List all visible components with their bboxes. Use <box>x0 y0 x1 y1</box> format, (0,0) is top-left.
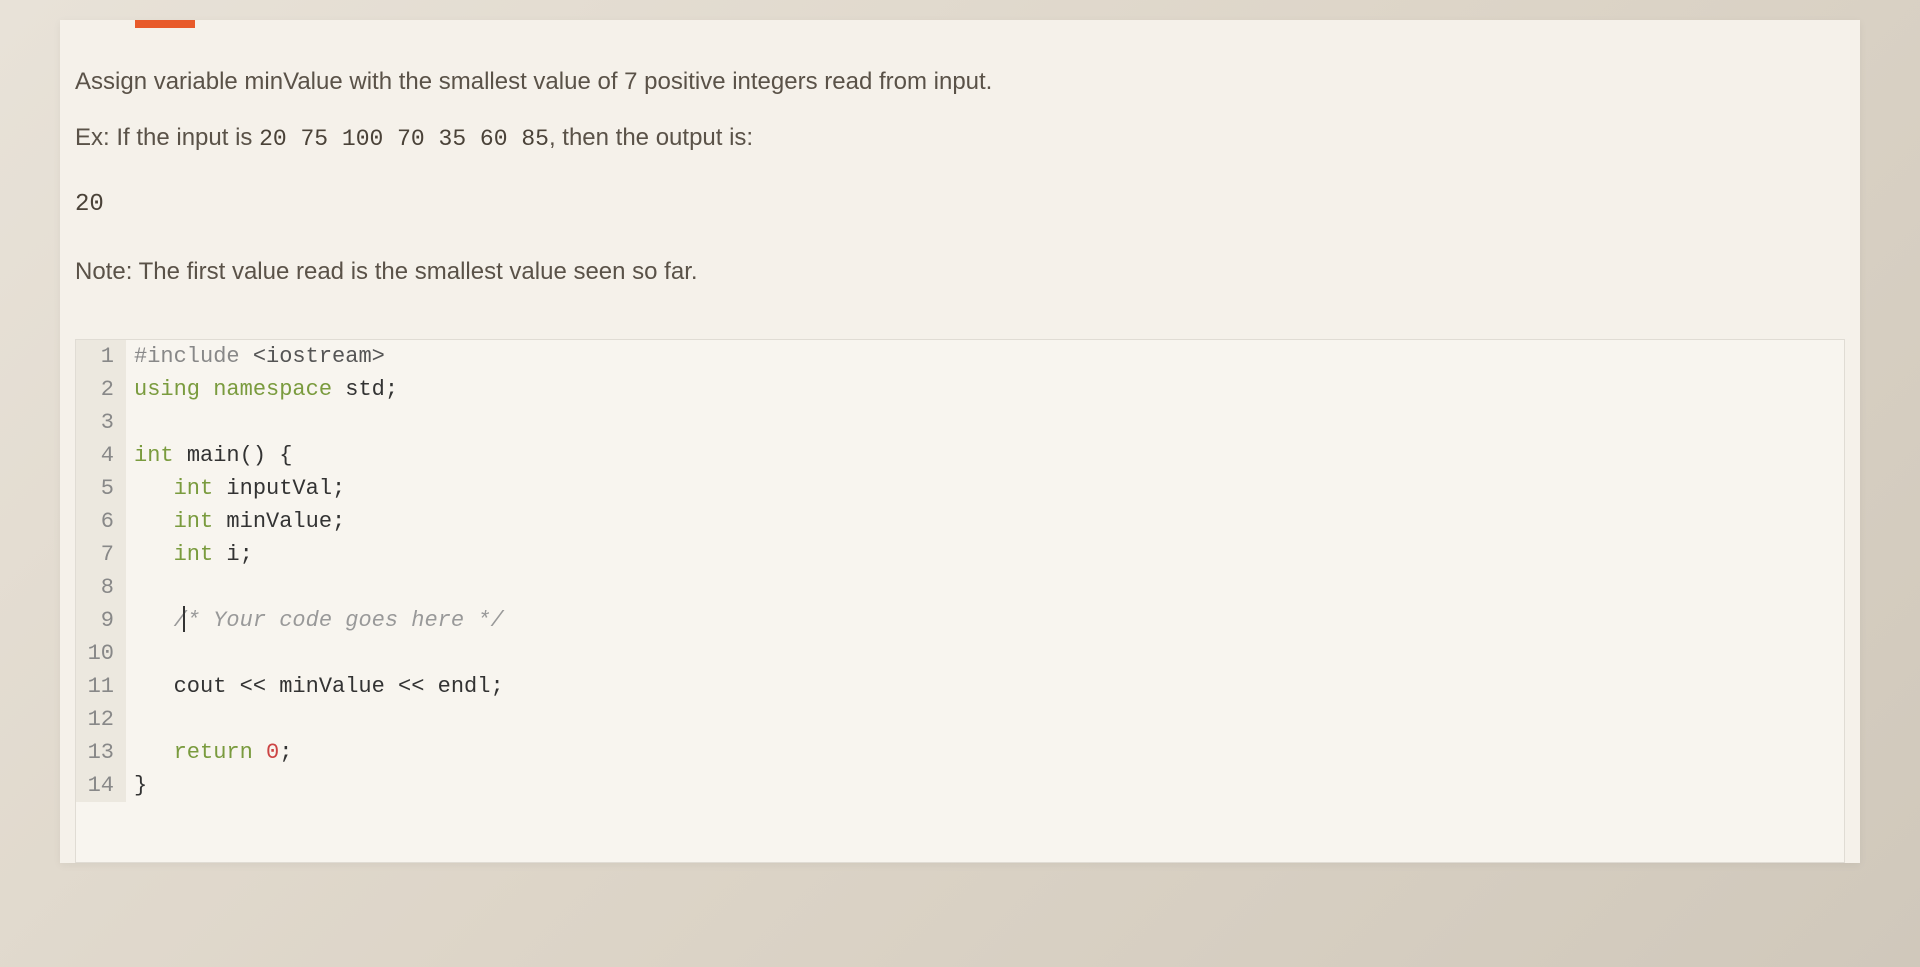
example-input: 20 75 100 70 35 60 85 <box>259 126 549 152</box>
code-line[interactable]: 11 cout << minValue << endl; <box>76 670 1844 703</box>
problem-example: Ex: If the input is 20 75 100 70 35 60 8… <box>75 119 1845 158</box>
example-suffix: , then the output is: <box>549 124 753 151</box>
problem-container: Assign variable minValue with the smalle… <box>60 20 1860 863</box>
code-token: using <box>134 377 213 402</box>
code-token: int <box>174 542 227 567</box>
problem-statement: Assign variable minValue with the smalle… <box>60 63 1860 329</box>
code-content[interactable]: using namespace std; <box>126 373 398 406</box>
code-token: minValue; <box>226 509 345 534</box>
code-line[interactable]: 6 int minValue; <box>76 505 1844 538</box>
code-token <box>134 542 174 567</box>
code-token <box>134 740 174 765</box>
code-token: /* Your code goes here */ <box>174 608 504 633</box>
code-token: ; <box>385 377 398 402</box>
code-line[interactable]: 4int main() { <box>76 439 1844 472</box>
code-content[interactable]: cout << minValue << endl; <box>126 670 504 703</box>
code-token: cout << minValue << endl; <box>134 674 504 699</box>
code-content[interactable]: int main() { <box>126 439 292 472</box>
code-line[interactable]: 12 <box>76 703 1844 736</box>
line-number: 10 <box>76 637 126 670</box>
line-number: 13 <box>76 736 126 769</box>
code-editor[interactable]: 1#include <iostream>2using namespace std… <box>75 339 1845 863</box>
code-line[interactable]: 3 <box>76 406 1844 439</box>
line-number: 7 <box>76 538 126 571</box>
code-token <box>134 476 174 501</box>
code-token: return <box>174 740 266 765</box>
code-line[interactable]: 8 <box>76 571 1844 604</box>
code-token: } <box>134 773 147 798</box>
problem-description: Assign variable minValue with the smalle… <box>75 63 1845 101</box>
code-token: inputVal; <box>226 476 345 501</box>
example-output: 20 <box>75 176 1845 234</box>
code-content[interactable]: return 0; <box>126 736 292 769</box>
line-number: 1 <box>76 340 126 373</box>
line-number: 12 <box>76 703 126 736</box>
line-number: 4 <box>76 439 126 472</box>
code-line[interactable]: 2using namespace std; <box>76 373 1844 406</box>
code-token: <iostream> <box>253 344 385 369</box>
line-number: 11 <box>76 670 126 703</box>
line-number: 14 <box>76 769 126 802</box>
code-line[interactable]: 1#include <iostream> <box>76 340 1844 373</box>
code-token: main <box>187 443 240 468</box>
code-line[interactable]: 9 /* Your code goes here */ <box>76 604 1844 637</box>
code-content[interactable]: int i; <box>126 538 253 571</box>
code-line[interactable]: 13 return 0; <box>76 736 1844 769</box>
example-prefix: Ex: If the input is <box>75 124 259 151</box>
code-token: i; <box>226 542 252 567</box>
code-content[interactable]: #include <iostream> <box>126 340 385 373</box>
badge-indicator <box>135 20 195 28</box>
code-line[interactable]: 5 int inputVal; <box>76 472 1844 505</box>
code-content[interactable]: /* Your code goes here */ <box>126 604 504 637</box>
line-number: 2 <box>76 373 126 406</box>
code-content[interactable] <box>126 637 147 670</box>
code-content[interactable]: } <box>126 769 147 802</box>
code-token: int <box>174 476 227 501</box>
code-content[interactable]: int minValue; <box>126 505 345 538</box>
code-content[interactable] <box>126 406 147 439</box>
code-token: #include <box>134 344 253 369</box>
line-number: 9 <box>76 604 126 637</box>
problem-note: Note: The first value read is the smalle… <box>75 253 1845 291</box>
line-number: 5 <box>76 472 126 505</box>
text-cursor <box>183 606 185 632</box>
code-line[interactable]: 7 int i; <box>76 538 1844 571</box>
code-token: std <box>345 377 385 402</box>
code-token: int <box>134 443 187 468</box>
line-number: 3 <box>76 406 126 439</box>
code-token: 0 <box>266 740 279 765</box>
code-line[interactable]: 10 <box>76 637 1844 670</box>
code-token: int <box>174 509 227 534</box>
code-token: namespace <box>213 377 345 402</box>
code-token: ; <box>279 740 292 765</box>
code-content[interactable] <box>126 571 147 604</box>
code-token <box>134 509 174 534</box>
line-number: 6 <box>76 505 126 538</box>
code-content[interactable] <box>126 703 147 736</box>
code-line[interactable]: 14} <box>76 769 1844 802</box>
code-content[interactable]: int inputVal; <box>126 472 345 505</box>
code-token <box>134 608 174 633</box>
code-token: () { <box>240 443 293 468</box>
line-number: 8 <box>76 571 126 604</box>
